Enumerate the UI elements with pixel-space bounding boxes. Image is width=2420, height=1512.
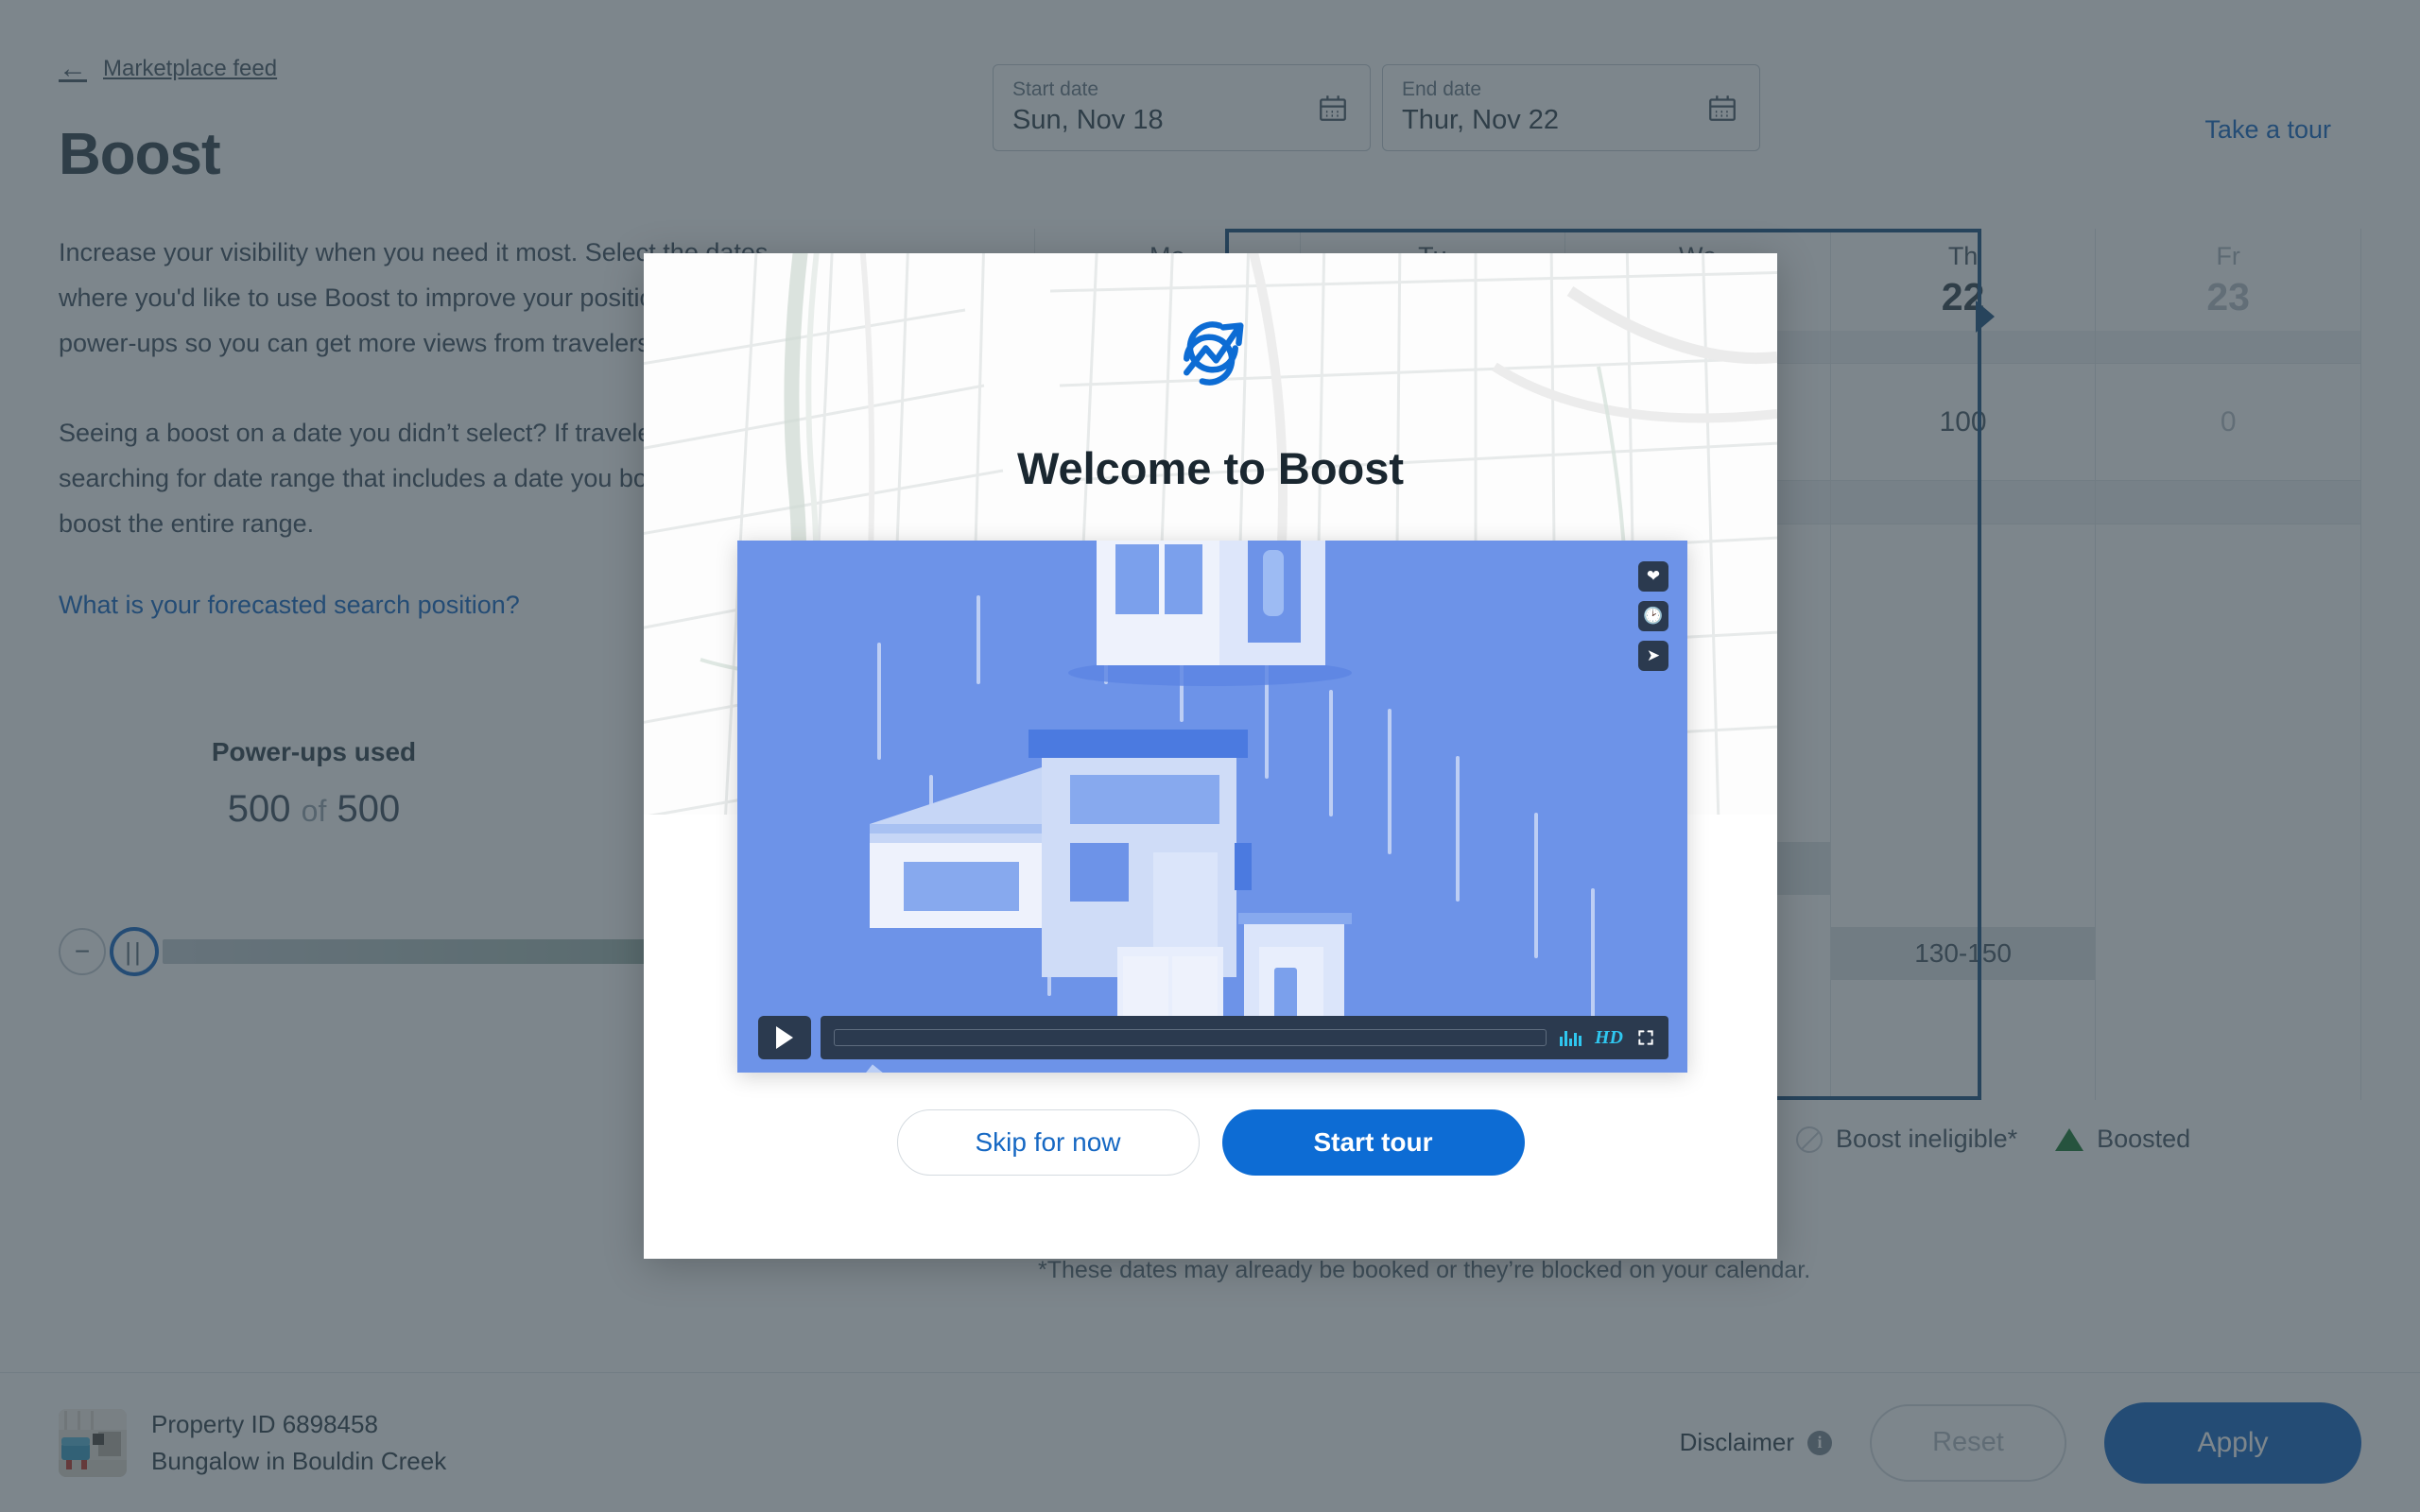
fullscreen-icon[interactable] (1636, 1028, 1655, 1047)
video-quality-label[interactable]: HD (1595, 1027, 1623, 1049)
equalizer-icon (1560, 1029, 1582, 1046)
heart-icon[interactable]: ❤ (1638, 561, 1668, 592)
intro-video-player[interactable]: ❤ 🕑 ➤ HD (737, 541, 1687, 1073)
video-side-actions[interactable]: ❤ 🕑 ➤ (1638, 561, 1668, 671)
video-illustration (737, 541, 1687, 1073)
modal-actions: Skip for now Start tour (644, 1109, 1777, 1176)
video-progress-bar[interactable]: HD (821, 1016, 1668, 1059)
skip-for-now-button[interactable]: Skip for now (896, 1109, 1200, 1176)
send-icon[interactable]: ➤ (1638, 641, 1668, 671)
video-seek-track[interactable] (834, 1029, 1547, 1046)
play-icon[interactable] (758, 1016, 811, 1059)
video-house-top (1068, 541, 1352, 686)
boost-trend-arrow-icon (1183, 321, 1243, 386)
clock-icon[interactable]: 🕑 (1638, 601, 1668, 631)
modal-title: Welcome to Boost (1016, 443, 1405, 493)
video-controls[interactable]: HD (758, 1016, 1668, 1059)
welcome-to-boost-modal: Welcome to Boost ❤ 🕑 ➤ HD Skip for now S… (644, 253, 1777, 1259)
start-tour-button[interactable]: Start tour (1221, 1109, 1525, 1176)
